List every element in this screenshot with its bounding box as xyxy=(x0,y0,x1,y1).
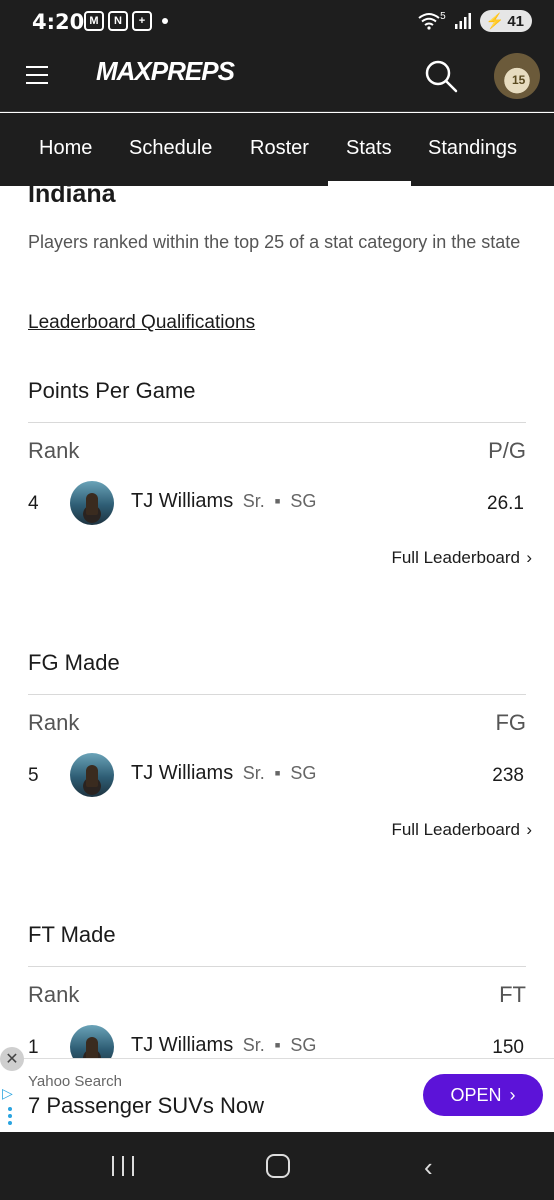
full-leaderboard-link[interactable]: Full Leaderboard xyxy=(391,820,520,840)
calendar-notification-icon: + xyxy=(132,11,152,31)
divider xyxy=(28,694,526,695)
network-type-label: 5 xyxy=(440,10,446,22)
cell-signal-icon xyxy=(454,13,471,29)
more-options-icon[interactable] xyxy=(8,1107,12,1128)
avatar-jersey-number: 15 xyxy=(512,73,526,87)
player-row[interactable]: TJ Williams Sr. ▪ SG xyxy=(131,762,316,785)
rank-header: Rank xyxy=(28,710,80,735)
stat-section-points-per-game: Points Per Game Rank P/G 4 TJ Williams S… xyxy=(0,378,554,638)
section-title: FG Made xyxy=(28,650,120,675)
stats-content: Indiana Players ranked within the top 25… xyxy=(0,186,554,1058)
notification-icons: M N + xyxy=(84,11,168,31)
chevron-right-icon: › xyxy=(509,1084,516,1105)
section-title: FT Made xyxy=(28,922,116,947)
player-class: Sr. xyxy=(242,763,265,783)
close-icon[interactable]: ✕ xyxy=(0,1047,24,1071)
tab-stats[interactable]: Stats xyxy=(346,137,392,160)
system-nav-bar: ‹ xyxy=(0,1132,554,1200)
app-notification-icon: N xyxy=(108,11,128,31)
player-position: SG xyxy=(290,1035,317,1055)
stat-value: 26.1 xyxy=(487,493,524,514)
separator-dot: ▪ xyxy=(274,1035,281,1055)
status-bar: 4:20 M N + 5 ⚡ 41 xyxy=(0,0,554,42)
leaderboard-qualifications-link[interactable]: Leaderboard Qualifications xyxy=(28,312,255,334)
player-row[interactable]: TJ Williams Sr. ▪ SG xyxy=(131,1034,316,1057)
player-name[interactable]: TJ Williams xyxy=(131,762,233,784)
search-icon[interactable] xyxy=(424,59,458,93)
user-avatar[interactable]: 15 xyxy=(494,53,540,99)
ad-headline[interactable]: 7 Passenger SUVs Now xyxy=(28,1093,264,1119)
more-notifications-dot xyxy=(162,18,168,24)
separator-dot: ▪ xyxy=(274,491,281,511)
charging-icon: ⚡ xyxy=(485,13,505,30)
player-class: Sr. xyxy=(242,491,265,511)
rank-header: Rank xyxy=(28,438,80,463)
app-header: MAXPREPS 15 xyxy=(0,42,554,112)
player-avatar[interactable] xyxy=(70,753,114,797)
divider xyxy=(28,966,526,967)
player-name[interactable]: TJ Williams xyxy=(131,490,233,512)
tab-roster[interactable]: Roster xyxy=(250,137,309,160)
stat-header: FT xyxy=(499,982,526,1007)
maxpreps-logo[interactable]: MAXPREPS xyxy=(96,56,235,87)
separator-dot: ▪ xyxy=(274,763,281,783)
state-title: Indiana xyxy=(28,186,116,208)
player-rank: 4 xyxy=(28,493,39,514)
player-class: Sr. xyxy=(242,1035,265,1055)
stat-value: 150 xyxy=(492,1037,524,1058)
ad-open-button[interactable]: OPEN › xyxy=(423,1074,543,1116)
stat-header: P/G xyxy=(488,438,526,463)
full-leaderboard-link[interactable]: Full Leaderboard xyxy=(391,548,520,568)
player-row[interactable]: TJ Williams Sr. ▪ SG xyxy=(131,490,316,513)
back-icon[interactable]: ‹ xyxy=(424,1152,433,1183)
ad-banner[interactable]: ✕ ▷ Yahoo Search 7 Passenger SUVs Now OP… xyxy=(0,1047,554,1132)
divider xyxy=(28,422,526,423)
player-rank: 1 xyxy=(28,1037,39,1058)
status-time: 4:20 xyxy=(32,10,85,34)
player-name[interactable]: TJ Williams xyxy=(131,1034,233,1056)
battery-level: 41 xyxy=(507,12,524,30)
ad-source: Yahoo Search xyxy=(28,1073,122,1090)
leaderboard-description: Players ranked within the top 25 of a st… xyxy=(28,232,521,252)
tab-home[interactable]: Home xyxy=(39,137,92,160)
adchoices-icon[interactable]: ▷ xyxy=(2,1085,13,1102)
player-position: SG xyxy=(290,491,317,511)
tab-schedule[interactable]: Schedule xyxy=(129,137,212,160)
tab-standings[interactable]: Standings xyxy=(428,137,517,160)
player-position: SG xyxy=(290,763,317,783)
player-avatar[interactable] xyxy=(70,481,114,525)
player-rank: 5 xyxy=(28,765,39,786)
stat-header: FG xyxy=(495,710,526,735)
chevron-right-icon[interactable]: › xyxy=(526,548,532,568)
home-icon[interactable] xyxy=(266,1154,290,1178)
ad-open-label: OPEN xyxy=(450,1084,502,1105)
wifi-icon xyxy=(418,13,440,30)
rank-header: Rank xyxy=(28,982,80,1007)
battery-indicator: ⚡ 41 xyxy=(479,10,532,32)
section-title: Points Per Game xyxy=(28,378,196,403)
team-tabs: Home Schedule Roster Stats Standings xyxy=(0,113,554,186)
gmail-notification-icon: M xyxy=(84,11,104,31)
player-avatar[interactable] xyxy=(70,1025,114,1058)
chevron-right-icon[interactable]: › xyxy=(526,820,532,840)
stat-value: 238 xyxy=(492,765,524,786)
stat-section-fg-made: FG Made Rank FG 5 TJ Williams Sr. ▪ SG 2… xyxy=(0,650,554,910)
stat-section-ft-made: FT Made Rank FT 1 TJ Williams Sr. ▪ SG 1… xyxy=(0,922,554,1058)
menu-icon[interactable] xyxy=(26,66,48,84)
recent-apps-icon[interactable] xyxy=(112,1156,134,1176)
